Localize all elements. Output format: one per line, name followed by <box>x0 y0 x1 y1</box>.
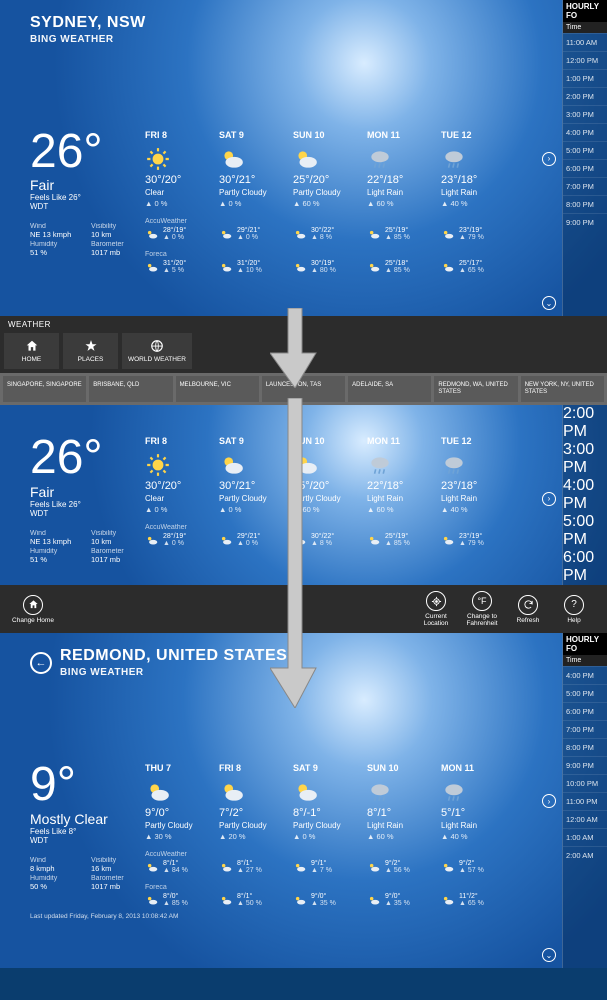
refresh-button[interactable]: Refresh <box>505 595 551 624</box>
forecast-day[interactable]: FRI 830°/20°Clear▲ 0 %AccuWeather28°/19°… <box>145 436 217 563</box>
hourly-row[interactable]: 8:00 PM <box>563 738 607 756</box>
hourly-row[interactable]: 2:00 AM <box>563 846 607 864</box>
hourly-row[interactable]: 3:00 PM <box>563 441 607 477</box>
refresh-icon <box>523 599 534 610</box>
hourly-row[interactable]: 2:00 PM <box>563 87 607 105</box>
forecast-day[interactable]: TUE 1223°/18°Light Rain▲ 40 % 23°/19°▲ 7… <box>441 130 513 274</box>
forecast-day[interactable]: SUN 1025°/20°Partly Cloudy▲ 60 % 30°/22°… <box>293 130 365 274</box>
weather-icon <box>367 146 393 168</box>
current-conditions: 9° Mostly Clear Feels Like 8° WDT Wind8 … <box>30 763 145 907</box>
weather-icon <box>219 779 245 801</box>
help-button[interactable]: ?Help <box>551 595 597 624</box>
nav-tile-world-weather[interactable]: WORLD WEATHER <box>122 333 192 369</box>
weather-icon <box>367 779 393 801</box>
place-tile[interactable]: BRISBANE, QLD <box>89 376 172 402</box>
weather-icon <box>219 452 245 474</box>
hourly-panel[interactable]: HOURLY FO Time 11:00 AM12:00 PM1:00 PM2:… <box>562 0 607 316</box>
hourly-panel[interactable]: HOURLY FO Time 4:00 PM5:00 PM6:00 PM7:00… <box>562 633 607 968</box>
hourly-row[interactable]: 5:00 PM <box>563 141 607 159</box>
place-tile[interactable]: SINGAPORE, SINGAPORE <box>3 376 86 402</box>
hourly-row[interactable]: 10:00 PM <box>563 774 607 792</box>
forecast-day[interactable]: MON 115°/1°Light Rain▲ 40 % 9°/2°▲ 57 % … <box>441 763 513 907</box>
weather-icon <box>293 146 319 168</box>
hourly-row[interactable]: 1:00 PM <box>563 69 607 87</box>
app-name: BING WEATHER <box>30 34 562 45</box>
current-conditions: 26° Fair Feels Like 26° WDT WindNE 13 km… <box>30 130 145 274</box>
flow-arrow-icon <box>270 308 320 388</box>
hourly-row[interactable]: 4:00 PM <box>563 666 607 684</box>
place-tile[interactable]: ADELAIDE, SA <box>348 376 431 402</box>
hourly-row[interactable]: 5:00 PM <box>563 513 607 549</box>
flow-arrow-icon <box>270 398 320 708</box>
location-title: SYDNEY, NSW <box>30 14 562 32</box>
back-button[interactable]: ← <box>30 652 52 674</box>
weather-icon <box>441 779 467 801</box>
hourly-row[interactable]: 6:00 PM <box>563 549 607 585</box>
place-tile[interactable]: REDMOND, WA, UNITED STATES <box>434 376 517 402</box>
expand-icon[interactable]: ⌄ <box>542 296 556 310</box>
weather-icon <box>441 452 467 474</box>
forecast-day[interactable]: SAT 930°/21°Partly Cloudy▲ 0 % 29°/21°▲ … <box>219 130 291 274</box>
weather-icon <box>145 779 171 801</box>
last-updated: Last updated Friday, February 8, 2013 10… <box>30 913 562 920</box>
forecast-day[interactable]: TUE 1223°/18°Light Rain▲ 40 % 23°/19°▲ 7… <box>441 436 513 563</box>
hourly-panel[interactable]: 2:00 PM3:00 PM4:00 PM5:00 PM6:00 PM7:00 … <box>562 405 607 585</box>
forecast-day[interactable]: FRI 87°/2°Partly Cloudy▲ 20 % 8°/1°▲ 27 … <box>219 763 291 907</box>
home-icon <box>25 339 39 353</box>
change-to-fahrenheit-button[interactable]: °FChange to Fahrenheit <box>459 591 505 627</box>
target-icon <box>431 596 442 607</box>
hourly-row[interactable]: 2:00 PM <box>563 405 607 441</box>
forecast-days: THU 79°/0°Partly Cloudy▲ 30 %AccuWeather… <box>145 763 513 907</box>
current-location-button[interactable]: Current Location <box>413 591 459 627</box>
place-tile[interactable]: MELBOURNE, VIC <box>176 376 259 402</box>
weather-screen-sydney: SYDNEY, NSW BING WEATHER 26° Fair Feels … <box>0 0 607 316</box>
forecast-day[interactable]: SAT 98°/-1°Partly Cloudy▲ 0 % 9°/1°▲ 7 %… <box>293 763 365 907</box>
hourly-row[interactable]: 7:00 PM <box>563 720 607 738</box>
change-home-button[interactable]: Change Home <box>10 595 56 624</box>
globe-icon <box>150 339 164 353</box>
current-facts: WindNE 13 kmph Visibility10 km Humidity5… <box>30 223 145 257</box>
hourly-row[interactable]: 11:00 AM <box>563 33 607 51</box>
star-icon <box>84 339 98 353</box>
forecast-day[interactable]: FRI 830°/20°Clear▲ 0 %AccuWeather28°/19°… <box>145 130 217 274</box>
hourly-row[interactable]: 9:00 PM <box>563 213 607 231</box>
weather-icon <box>441 146 467 168</box>
hourly-row[interactable]: 12:00 AM <box>563 810 607 828</box>
place-tile[interactable]: NEW YORK, NY, UNITED STATES <box>521 376 604 402</box>
hourly-row[interactable]: 5:00 PM <box>563 684 607 702</box>
weather-icon <box>145 146 171 168</box>
nav-tile-home[interactable]: HOME <box>4 333 59 369</box>
forecast-day[interactable]: MON 1122°/18°Light Rain▲ 60 % 25°/19°▲ 8… <box>367 130 439 274</box>
hourly-row[interactable]: 11:00 PM <box>563 792 607 810</box>
current-conditions: 26° Fair Feels Like 26° WDT WindNE 13 km… <box>30 436 145 563</box>
expand-icon[interactable]: ⌄ <box>542 948 556 962</box>
hourly-row[interactable]: 7:00 PM <box>563 177 607 195</box>
hourly-row[interactable]: 6:00 PM <box>563 702 607 720</box>
forecast-day[interactable]: THU 79°/0°Partly Cloudy▲ 30 %AccuWeather… <box>145 763 217 907</box>
forecast-day[interactable]: SUN 108°/1°Light Rain▲ 60 % 9°/2°▲ 56 % … <box>367 763 439 907</box>
scroll-right-icon[interactable]: › <box>542 152 556 166</box>
home-icon <box>28 599 39 610</box>
forecast-days: FRI 830°/20°Clear▲ 0 %AccuWeather28°/19°… <box>145 130 513 274</box>
hourly-row[interactable]: 6:00 PM <box>563 159 607 177</box>
hourly-row[interactable]: 3:00 PM <box>563 105 607 123</box>
nav-tile-places[interactable]: PLACES <box>63 333 118 369</box>
forecast-day[interactable]: MON 1122°/18°Light Rain▲ 60 % 25°/19°▲ 8… <box>367 436 439 563</box>
hourly-row[interactable]: 1:00 AM <box>563 828 607 846</box>
forecast-days: FRI 830°/20°Clear▲ 0 %AccuWeather28°/19°… <box>145 436 513 563</box>
weather-icon <box>367 452 393 474</box>
hourly-row[interactable]: 12:00 PM <box>563 51 607 69</box>
weather-icon <box>145 452 171 474</box>
scroll-right-icon[interactable]: › <box>542 492 556 506</box>
weather-icon <box>293 779 319 801</box>
hourly-row[interactable]: 4:00 PM <box>563 123 607 141</box>
hourly-row[interactable]: 9:00 PM <box>563 756 607 774</box>
hourly-row[interactable]: 8:00 PM <box>563 195 607 213</box>
weather-icon <box>219 146 245 168</box>
hourly-row[interactable]: 4:00 PM <box>563 477 607 513</box>
